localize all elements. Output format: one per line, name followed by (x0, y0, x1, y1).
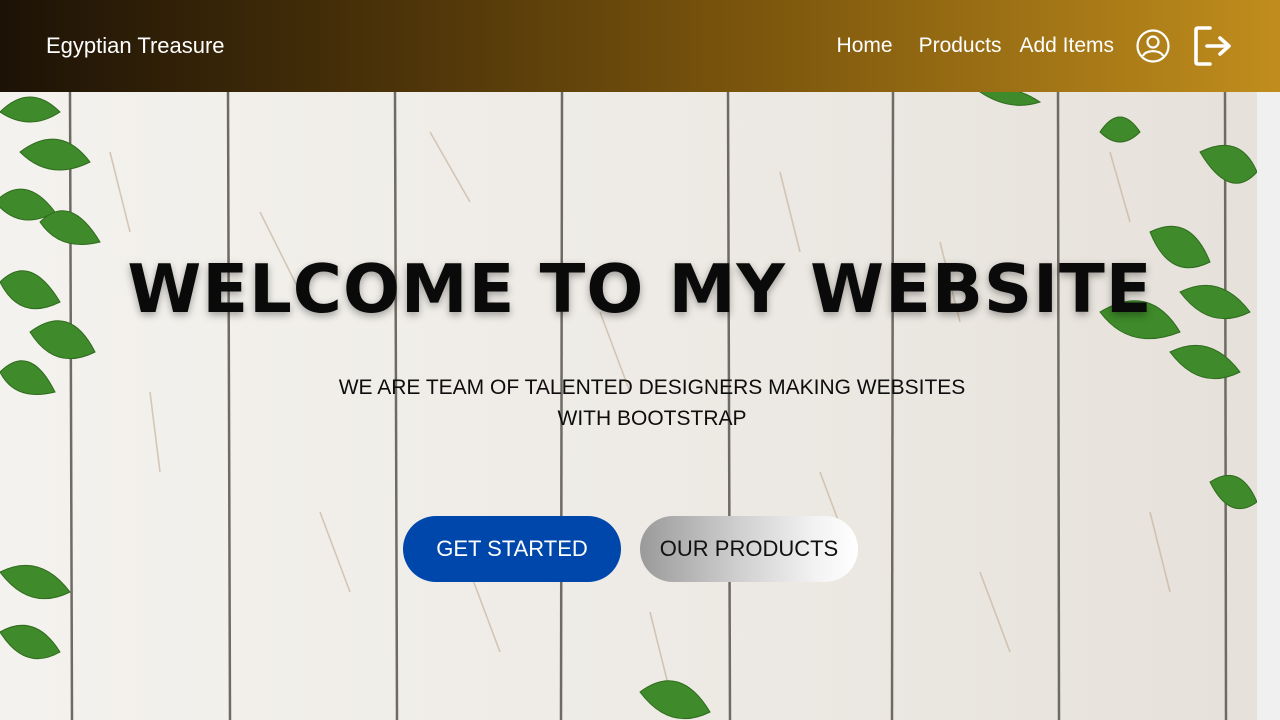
nav-link-add-items[interactable]: Add Items (1019, 34, 1114, 58)
hero-title: WELCOME TO MY WEBSITE (127, 250, 1153, 328)
hero-section: WELCOME TO MY WEBSITE WE ARE TEAM OF TAL… (0, 92, 1257, 720)
get-started-button[interactable]: GET STARTED (403, 516, 621, 582)
hero-subtitle: WE ARE TEAM OF TALENTED DESIGNERS MAKING… (300, 372, 1004, 434)
nav-links: Home Products Add Items (837, 25, 1234, 67)
our-products-button[interactable]: OUR PRODUCTS (640, 516, 858, 582)
hero-subtitle-line-2: WITH BOOTSTRAP (557, 407, 747, 430)
hero-content: WELCOME TO MY WEBSITE WE ARE TEAM OF TAL… (0, 92, 1257, 720)
logout-icon[interactable] (1192, 25, 1234, 67)
page-scrollbar[interactable] (1257, 92, 1280, 720)
brand-logo-text[interactable]: Egyptian Treasure (46, 33, 225, 59)
nav-link-home[interactable]: Home (837, 34, 893, 58)
navbar: Egyptian Treasure Home Products Add Item… (0, 0, 1280, 92)
nav-link-products[interactable]: Products (919, 34, 1002, 58)
user-circle-icon[interactable] (1136, 29, 1170, 63)
hero-subtitle-line-1: WE ARE TEAM OF TALENTED DESIGNERS MAKING… (338, 376, 966, 399)
